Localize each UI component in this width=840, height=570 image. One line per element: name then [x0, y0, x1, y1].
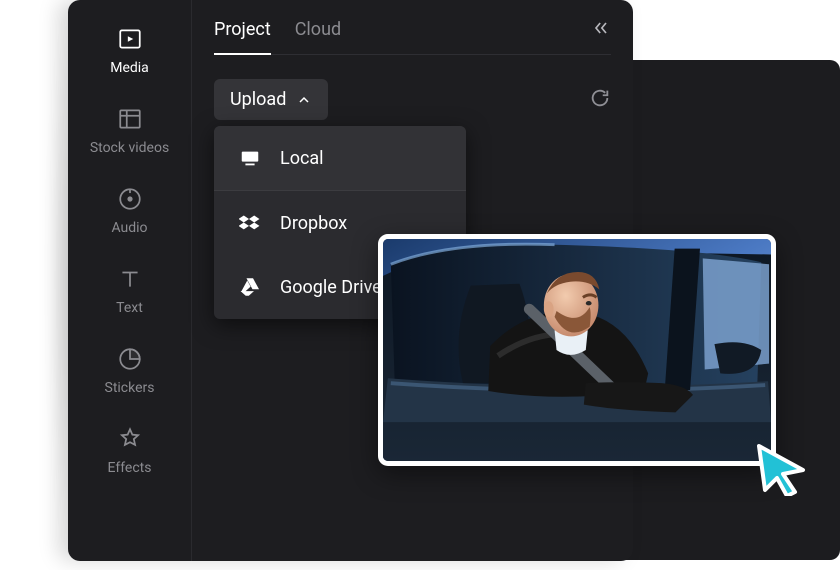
- upload-option-label: Dropbox: [280, 213, 347, 234]
- sidebar-item-label: Effects: [108, 460, 152, 476]
- refresh-button[interactable]: [589, 87, 611, 113]
- upload-option-label: Google Drive: [280, 277, 382, 298]
- sidebar-item-label: Audio: [111, 220, 147, 236]
- chevrons-left-icon: [591, 18, 611, 38]
- google-drive-icon: [238, 275, 262, 299]
- tab-cloud[interactable]: Cloud: [295, 19, 341, 54]
- upload-option-local[interactable]: Local: [214, 126, 466, 191]
- stock-videos-icon: [117, 106, 143, 132]
- thumbnail-illustration: [383, 239, 771, 461]
- sidebar-item-effects[interactable]: Effects: [68, 422, 191, 480]
- sidebar-item-stock-videos[interactable]: Stock videos: [68, 102, 191, 160]
- upload-button[interactable]: Upload: [214, 79, 328, 120]
- sidebar-item-stickers[interactable]: Stickers: [68, 342, 191, 400]
- toolbar-row: Upload: [214, 79, 611, 120]
- sidebar-item-label: Text: [116, 300, 143, 316]
- dropbox-icon: [238, 211, 262, 235]
- tab-project[interactable]: Project: [214, 19, 271, 54]
- chevron-up-icon: [296, 92, 312, 108]
- sidebar-item-label: Stock videos: [90, 140, 169, 156]
- sidebar-item-label: Stickers: [105, 380, 155, 396]
- upload-button-label: Upload: [230, 89, 286, 110]
- media-icon: [117, 26, 143, 52]
- collapse-panel-button[interactable]: [591, 18, 611, 54]
- effects-icon: [117, 426, 143, 452]
- tab-bar: Project Cloud: [214, 18, 611, 55]
- stickers-icon: [117, 346, 143, 372]
- upload-option-label: Local: [280, 148, 324, 169]
- sidebar-item-label: Media: [110, 60, 149, 76]
- text-icon: [117, 266, 143, 292]
- media-thumbnail[interactable]: [378, 234, 776, 466]
- sidebar-item-text[interactable]: Text: [68, 262, 191, 320]
- sidebar-item-audio[interactable]: Audio: [68, 182, 191, 240]
- monitor-icon: [238, 146, 262, 170]
- audio-icon: [117, 186, 143, 212]
- refresh-icon: [589, 87, 611, 109]
- sidebar-item-media[interactable]: Media: [68, 22, 191, 80]
- category-sidebar: Media Stock videos Audio Text Stickers E…: [68, 0, 192, 561]
